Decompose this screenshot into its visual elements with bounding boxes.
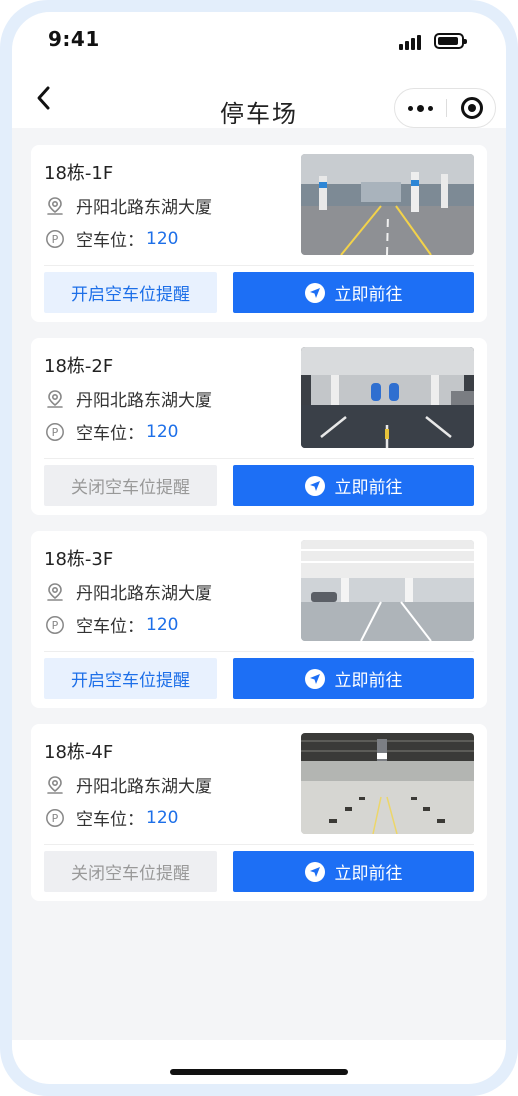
parking-lot-card[interactable]: 18栋-2F 丹阳北路东湖大厦 P 空车位： 120 关闭空车位提醒 立即前往: [31, 338, 487, 515]
svg-text:P: P: [52, 233, 59, 246]
spots-row: P 空车位： 120: [44, 805, 178, 830]
navigation-arrow-icon: [304, 861, 325, 882]
parking-lot-photo: [301, 540, 474, 641]
more-dots-icon: [408, 104, 433, 112]
svg-text:P: P: [52, 426, 59, 439]
navigate-button[interactable]: 立即前往: [233, 465, 474, 506]
vacancy-reminder-button[interactable]: 关闭空车位提醒: [44, 851, 217, 892]
spots-count: 120: [146, 614, 179, 635]
navigate-button[interactable]: 立即前往: [233, 272, 474, 313]
parking-p-icon: P: [44, 228, 66, 250]
address-row: 丹阳北路东湖大厦: [44, 579, 212, 604]
spots-row: P 空车位： 120: [44, 612, 178, 637]
lot-name: 18栋-2F: [44, 356, 114, 377]
spots-label: 空车位：: [76, 424, 144, 444]
lot-address: 丹阳北路东湖大厦: [76, 584, 212, 604]
address-row: 丹阳北路东湖大厦: [44, 193, 212, 218]
lot-name: 18栋-1F: [44, 163, 114, 184]
home-indicator: [170, 1069, 348, 1075]
navigation-arrow-icon: [304, 475, 325, 496]
parking-p-icon: P: [44, 807, 66, 829]
navigate-label: 立即前往: [334, 285, 403, 305]
card-divider: [44, 265, 474, 266]
phone-frame: 9:41 停车场 18栋-1F 丹阳北路东湖大厦 P 空车位： 120 开启空车…: [0, 0, 518, 1096]
vacancy-reminder-button[interactable]: 开启空车位提醒: [44, 272, 217, 313]
mini-program-capsule: [394, 88, 496, 128]
spots-count: 120: [146, 807, 179, 828]
parking-lot-photo: [301, 154, 474, 255]
status-time: 9:41: [48, 27, 100, 51]
vacancy-reminder-button[interactable]: 关闭空车位提醒: [44, 465, 217, 506]
battery-icon: [434, 33, 467, 49]
location-pin-icon: [44, 388, 66, 410]
svg-text:P: P: [52, 619, 59, 632]
parking-lot-photo: [301, 733, 474, 834]
card-divider: [44, 458, 474, 459]
spots-row: P 空车位： 120: [44, 419, 178, 444]
more-button[interactable]: [395, 89, 446, 127]
bottom-safe-area: [12, 1040, 506, 1084]
lot-address: 丹阳北路东湖大厦: [76, 777, 212, 797]
navigation-arrow-icon: [304, 668, 325, 689]
app-screen: 9:41 停车场 18栋-1F 丹阳北路东湖大厦 P 空车位： 120 开启空车…: [12, 12, 506, 1084]
lot-address: 丹阳北路东湖大厦: [76, 198, 212, 218]
parking-lot-card[interactable]: 18栋-1F 丹阳北路东湖大厦 P 空车位： 120 开启空车位提醒 立即前往: [31, 145, 487, 322]
signal-icon: [399, 34, 425, 50]
spots-count: 120: [146, 421, 179, 442]
navigate-label: 立即前往: [334, 478, 403, 498]
parking-lot-list: 18栋-1F 丹阳北路东湖大厦 P 空车位： 120 开启空车位提醒 立即前往 …: [31, 145, 487, 917]
location-pin-icon: [44, 774, 66, 796]
spots-count: 120: [146, 228, 179, 249]
navigate-label: 立即前往: [334, 864, 403, 884]
spots-row: P 空车位： 120: [44, 226, 178, 251]
lot-name: 18栋-4F: [44, 742, 114, 763]
address-row: 丹阳北路东湖大厦: [44, 772, 212, 797]
navigate-label: 立即前往: [334, 671, 403, 691]
lot-name: 18栋-3F: [44, 549, 114, 570]
parking-p-icon: P: [44, 614, 66, 636]
navigation-arrow-icon: [304, 282, 325, 303]
parking-lot-card[interactable]: 18栋-4F 丹阳北路东湖大厦 P 空车位： 120 关闭空车位提醒 立即前往: [31, 724, 487, 901]
spots-label: 空车位：: [76, 810, 144, 830]
vacancy-reminder-button[interactable]: 开启空车位提醒: [44, 658, 217, 699]
parking-lot-card[interactable]: 18栋-3F 丹阳北路东湖大厦 P 空车位： 120 开启空车位提醒 立即前往: [31, 531, 487, 708]
nav-bar: 停车场: [12, 68, 506, 128]
card-divider: [44, 844, 474, 845]
parking-lot-photo: [301, 347, 474, 448]
navigate-button[interactable]: 立即前往: [233, 658, 474, 699]
location-pin-icon: [44, 195, 66, 217]
navigate-button[interactable]: 立即前往: [233, 851, 474, 892]
svg-text:P: P: [52, 812, 59, 825]
target-circle-icon: [460, 97, 483, 119]
card-divider: [44, 651, 474, 652]
spots-label: 空车位：: [76, 231, 144, 251]
address-row: 丹阳北路东湖大厦: [44, 386, 212, 411]
spots-label: 空车位：: [76, 617, 144, 637]
close-mini-program-button[interactable]: [447, 89, 496, 127]
lot-address: 丹阳北路东湖大厦: [76, 391, 212, 411]
location-pin-icon: [44, 581, 66, 603]
parking-p-icon: P: [44, 421, 66, 443]
status-bar: 9:41: [12, 12, 506, 68]
